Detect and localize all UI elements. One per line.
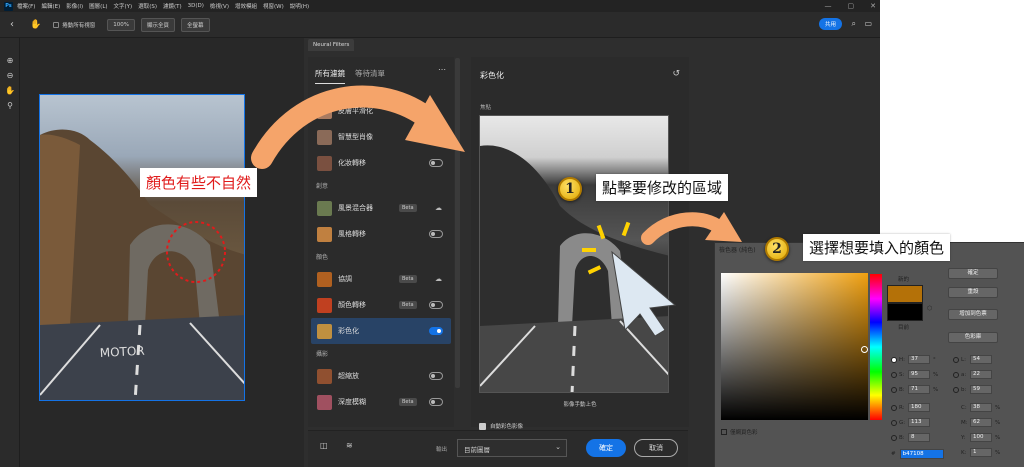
highlight-circle xyxy=(166,221,226,283)
note-unnatural-color: 顏色有些不自然 xyxy=(140,168,258,197)
step-1-badge: 1 xyxy=(558,177,582,201)
annotation-arrow-1 xyxy=(251,85,441,169)
step-2-callout: 選擇想要填入的顏色 xyxy=(803,234,951,261)
step-1-callout: 點擊要修改的區域 xyxy=(596,174,729,201)
step-2-badge: 2 xyxy=(765,237,789,261)
mouse-pointer-icon xyxy=(611,250,677,337)
